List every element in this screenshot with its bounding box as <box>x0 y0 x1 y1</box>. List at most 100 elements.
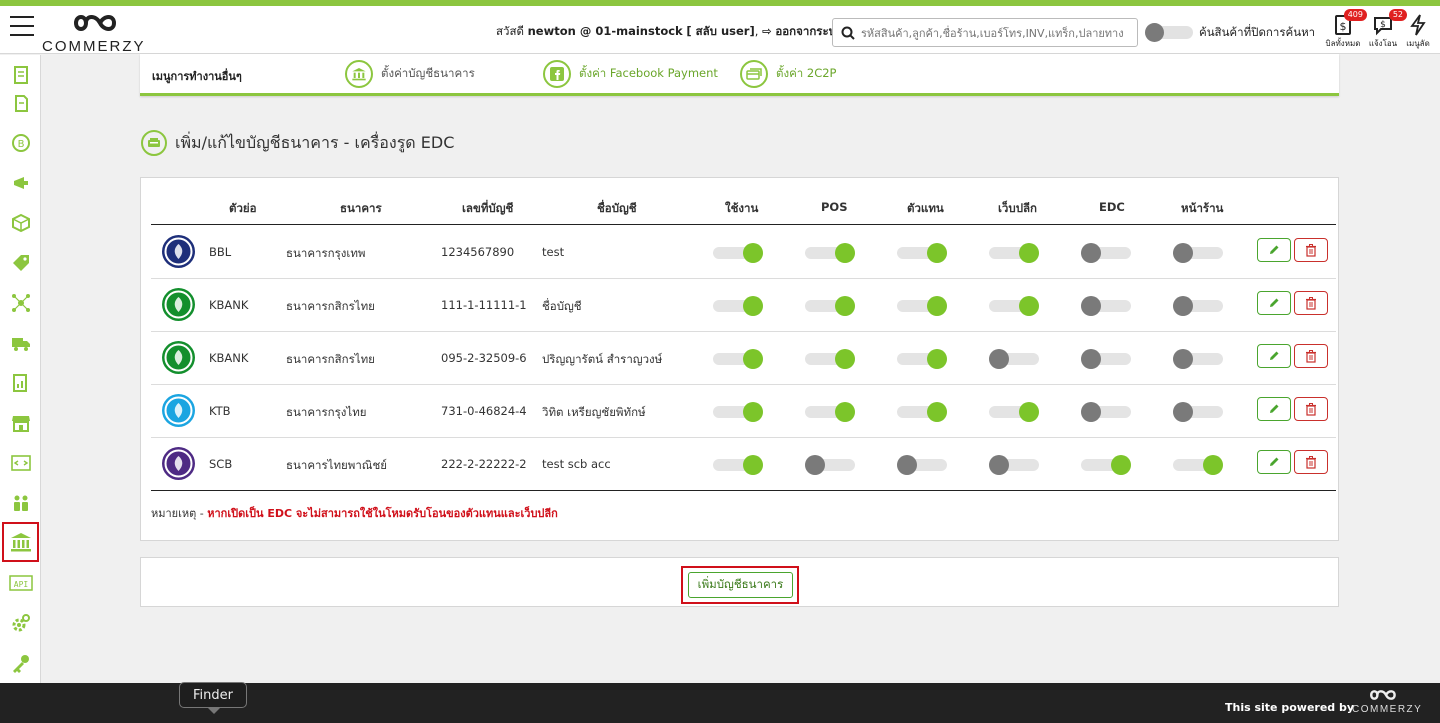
toggle-pos[interactable] <box>805 349 855 369</box>
other-menu-bar: เมนูการทำงานอื่นๆ ตั้งค่าบัญชีธนาคาร ตั้… <box>140 54 1339 96</box>
truck-icon <box>11 338 30 351</box>
toggle-agent[interactable] <box>897 402 947 422</box>
toggle-storefront[interactable] <box>1173 455 1223 475</box>
toggle-edc[interactable] <box>1081 349 1131 369</box>
coin-icon: B <box>11 134 30 152</box>
sidebar-item-network[interactable] <box>2 283 39 323</box>
trash-icon <box>1306 455 1316 469</box>
toggle-agent[interactable] <box>897 349 947 369</box>
toggle-active[interactable] <box>713 243 763 263</box>
infinity-logo-icon <box>73 15 117 31</box>
toggle-storefront[interactable] <box>1173 243 1223 263</box>
cell-abbr: SCB <box>209 457 233 471</box>
delete-button[interactable] <box>1294 238 1328 262</box>
sidebar-item-code[interactable] <box>2 443 39 483</box>
edit-button[interactable] <box>1257 291 1291 315</box>
toggle-pos[interactable] <box>805 243 855 263</box>
transfer-label: แจ้งโอน <box>1368 39 1398 48</box>
toggle-edc[interactable] <box>1081 296 1131 316</box>
page-title-text: เพิ่ม/แก้ไขบัญชีธนาคาร - เครื่องรูด EDC <box>175 132 455 152</box>
transfer-notice-button[interactable]: $ 52 แจ้งโอน <box>1365 9 1407 54</box>
menu-bank-settings[interactable]: ตั้งค่าบัญชีธนาคาร <box>345 60 475 88</box>
cell-abbr: BBL <box>209 245 232 259</box>
toggle-retail-web[interactable] <box>989 349 1039 369</box>
toggle-retail-web[interactable] <box>989 243 1039 263</box>
switch-user-link[interactable]: [ สลับ user] <box>686 24 754 38</box>
toggle-storefront[interactable] <box>1173 402 1223 422</box>
search-input[interactable] <box>861 23 1133 43</box>
sidebar-item-finance[interactable]: B <box>2 123 39 163</box>
edit-button[interactable] <box>1257 397 1291 421</box>
cell-account-name: ชื่อบัญชี <box>542 299 582 313</box>
col-bank: ธนาคาร <box>340 201 382 215</box>
col-active: ใช้งาน <box>725 201 759 215</box>
sidebar-item-users[interactable] <box>2 483 39 523</box>
lightning-icon <box>1410 14 1426 36</box>
sidebar-item-orders[interactable] <box>2 83 39 123</box>
table-note: หมายเหตุ - หากเปิดเป็น EDC จะไม่สามารถใช… <box>151 504 558 522</box>
toggle-pos[interactable] <box>805 296 855 316</box>
add-bank-account-button[interactable]: เพิ่มบัญชีธนาคาร <box>688 572 793 598</box>
sidebar-item-store[interactable] <box>2 403 39 443</box>
menu-2c2p[interactable]: ตั้งค่า 2C2P <box>740 60 837 88</box>
cell-bank: ธนาคารกสิกรไทย <box>286 299 375 313</box>
toggle-agent[interactable] <box>897 243 947 263</box>
menu-facebook-payment[interactable]: ตั้งค่า Facebook Payment <box>543 60 718 88</box>
global-search[interactable] <box>832 18 1138 47</box>
table-header: ตัวย่อ ธนาคาร เลขที่บัญชี ชื่อบัญชี ใช้ง… <box>151 198 1336 225</box>
search-hidden-toggle[interactable] <box>1145 23 1193 42</box>
bank-icon <box>345 60 373 88</box>
top-header: COMMERZY สวัสดี newton @ 01-mainstock [ … <box>0 6 1440 55</box>
toggle-pos[interactable] <box>805 402 855 422</box>
edit-button[interactable] <box>1257 238 1291 262</box>
greeting: สวัสดี newton @ 01-mainstock [ สลับ user… <box>496 23 843 41</box>
toggle-retail-web[interactable] <box>989 402 1039 422</box>
toggle-retail-web[interactable] <box>989 455 1039 475</box>
bank-logo-icon <box>162 341 195 374</box>
search-hidden-label: ค้นสินค้าที่ปิดการค้นหา <box>1199 25 1316 39</box>
edit-button[interactable] <box>1257 344 1291 368</box>
delete-button[interactable] <box>1294 291 1328 315</box>
delete-button[interactable] <box>1294 450 1328 474</box>
toggle-active[interactable] <box>713 296 763 316</box>
sidebar-item-shipping[interactable] <box>2 323 39 363</box>
sidebar-item-settings[interactable] <box>2 603 39 643</box>
toggle-edc[interactable] <box>1081 243 1131 263</box>
toggle-agent[interactable] <box>897 455 947 475</box>
toggle-active[interactable] <box>713 455 763 475</box>
edit-button[interactable] <box>1257 450 1291 474</box>
megaphone-icon <box>13 177 28 189</box>
sidebar-item-marketing[interactable] <box>2 163 39 203</box>
delete-button[interactable] <box>1294 344 1328 368</box>
delete-button[interactable] <box>1294 397 1328 421</box>
shortcut-menu-button[interactable]: เมนูลัด <box>1400 14 1436 54</box>
sidebar-item-tags[interactable] <box>2 243 39 283</box>
cell-account-number: 731-0-46824-4 <box>441 404 527 418</box>
sidebar-item-reports[interactable] <box>2 363 39 403</box>
sidebar-item-bank[interactable] <box>2 522 39 562</box>
toggle-retail-web[interactable] <box>989 296 1039 316</box>
pencil-icon <box>1270 457 1279 466</box>
toggle-storefront[interactable] <box>1173 296 1223 316</box>
all-bills-button[interactable]: $ 409 บิลทั้งหมด <box>1325 9 1367 54</box>
toggle-pos[interactable] <box>805 455 855 475</box>
toggle-storefront[interactable] <box>1173 349 1223 369</box>
col-account-name: ชื่อบัญชี <box>597 201 637 215</box>
toggle-edc[interactable] <box>1081 402 1131 422</box>
toggle-agent[interactable] <box>897 296 947 316</box>
hamburger-menu-icon[interactable] <box>10 16 34 38</box>
cell-bank: ธนาคารกรุงไทย <box>286 405 367 419</box>
brand-logo[interactable]: COMMERZY <box>42 8 160 55</box>
sidebar-item-products[interactable] <box>2 203 39 243</box>
logout-icon[interactable]: ⇨ <box>762 24 772 38</box>
sidebar-item-keys[interactable] <box>2 643 39 683</box>
greeting-prefix: สวัสดี <box>496 24 524 38</box>
bank-accounts-table: ตัวย่อ ธนาคาร เลขที่บัญชี ชื่อบัญชี ใช้ง… <box>140 177 1339 541</box>
cell-abbr: KTB <box>209 404 231 418</box>
sidebar-item-api[interactable]: API <box>2 563 39 603</box>
toggle-active[interactable] <box>713 349 763 369</box>
trash-icon <box>1306 296 1316 310</box>
note-warning: หากเปิดเป็น EDC จะไม่สามารถใช้ในโหมดรับโ… <box>207 507 558 520</box>
toggle-edc[interactable] <box>1081 455 1131 475</box>
toggle-active[interactable] <box>713 402 763 422</box>
